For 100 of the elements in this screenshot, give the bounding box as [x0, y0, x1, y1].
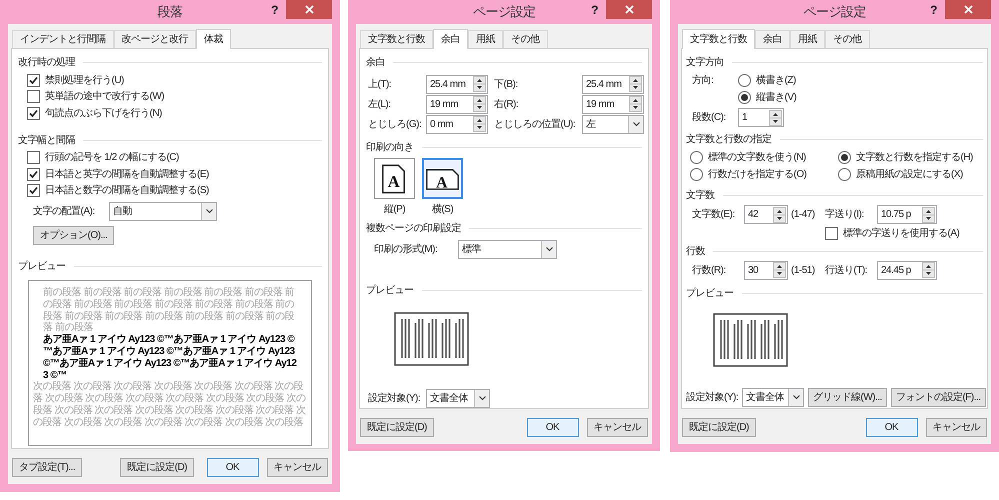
radio-button[interactable] [690, 168, 703, 181]
spinner-icon[interactable] [769, 110, 782, 126]
spinner-icon[interactable] [629, 96, 642, 112]
radio-button[interactable] [690, 151, 703, 164]
radio-label: 標準の文字数を使う(N) [708, 150, 806, 165]
checkbox[interactable] [825, 226, 838, 240]
dialog-button[interactable]: オプション(O)... [33, 226, 114, 245]
section-heading: 文字数 [686, 188, 714, 203]
window-title: ページ設定 [803, 3, 866, 22]
checkbox-label: 禁則処理を行う(U) [45, 74, 124, 88]
tab[interactable]: 体裁 [196, 29, 231, 49]
spinner-icon[interactable] [629, 76, 642, 92]
radio-button[interactable] [738, 91, 751, 104]
field-label: 文字の配置(A): [33, 204, 96, 219]
dialog-button[interactable]: OK [206, 458, 258, 477]
dialog-button[interactable]: 既定に設定(D) [682, 418, 756, 437]
tab[interactable]: 文字数と行数 [360, 30, 433, 48]
field-label: 字送り(I): [825, 208, 865, 222]
section-heading: 改行時の処理 [18, 56, 75, 70]
dialog-button[interactable]: OK [866, 418, 918, 437]
tab[interactable]: 余白 [433, 29, 468, 49]
checkbox-label: 行頭の記号を 1/2 の幅にする(C) [45, 150, 179, 166]
spinner-icon[interactable] [773, 206, 786, 222]
dropdown[interactable]: 文書全体 [426, 389, 490, 408]
dialog-button[interactable]: タブ設定(T)... [12, 458, 82, 477]
radio-button[interactable] [838, 151, 851, 164]
dialog-button[interactable]: キャンセル [586, 418, 648, 437]
field-label: 設定対象(Y): [368, 392, 422, 406]
orientation-label: 横(S) [432, 202, 454, 217]
dropdown[interactable]: 文書全体 [742, 388, 804, 406]
checkbox-label: 標準の字送りを使用する(A) [843, 226, 960, 241]
number-field[interactable]: 19 mm [426, 94, 488, 114]
spinner-icon[interactable] [473, 76, 486, 92]
spinner-icon[interactable] [922, 262, 935, 278]
number-field[interactable]: 0 mm [426, 114, 488, 134]
dialog-button[interactable]: 既定に設定(D) [120, 458, 194, 477]
dialog-button[interactable]: キャンセル [926, 418, 987, 437]
chevron-icon [632, 122, 640, 126]
close-icon [304, 5, 314, 14]
close-button[interactable] [286, 0, 332, 19]
checkbox[interactable] [27, 74, 40, 87]
checkbox[interactable] [27, 168, 40, 181]
number-field[interactable]: 24.45 p [877, 260, 937, 280]
section-heading: プレビュー [686, 286, 734, 300]
radio-label: 横書き(Z) [756, 74, 796, 88]
help-button[interactable]: ? [591, 1, 598, 19]
orientation-label: 縦(P) [384, 203, 406, 217]
tab[interactable]: 用紙 [790, 30, 825, 48]
number-field[interactable]: 1 [738, 108, 784, 127]
radio-label: 原稿用紙の設定にする(X) [856, 168, 963, 182]
close-button[interactable] [945, 0, 991, 19]
radio-button[interactable] [738, 74, 751, 87]
spinner-icon[interactable] [773, 262, 786, 278]
window-title: ページ設定 [472, 3, 536, 22]
dialog-button[interactable]: キャンセル [266, 458, 328, 477]
field-label: 文字数(E): [692, 208, 736, 222]
field-label: とじしろの位置(U): [494, 118, 576, 132]
checkbox-label: 句読点のぶら下げを行う(N) [45, 106, 162, 121]
field-label: 段数(C): [692, 111, 727, 125]
dropdown[interactable]: 自動 [109, 202, 217, 221]
spinner-icon[interactable] [473, 96, 486, 112]
number-field[interactable]: 25.4 mm [426, 74, 488, 94]
tab[interactable]: 用紙 [468, 30, 503, 48]
number-field[interactable]: 30 [744, 260, 788, 280]
tab[interactable]: その他 [825, 30, 870, 48]
dropdown[interactable]: 左 [582, 114, 644, 134]
dropdown[interactable]: 標準 [458, 240, 557, 259]
checkbox[interactable] [27, 151, 40, 164]
spinner-icon[interactable] [473, 116, 486, 132]
number-field[interactable]: 25.4 mm [582, 74, 644, 94]
dialog-button[interactable]: 既定に設定(D) [360, 418, 434, 437]
number-field[interactable]: 10.75 p [877, 205, 937, 224]
field-label: 行送り(T): [825, 264, 868, 278]
close-icon [964, 5, 972, 14]
checkbox[interactable] [27, 106, 40, 120]
help-button[interactable]: ? [271, 1, 278, 19]
field-label: 右(R): [494, 98, 520, 112]
number-field[interactable]: 42 [744, 205, 788, 224]
checkbox-label: 日本語と英字の間隔を自動調整する(E) [45, 168, 209, 182]
radio-button[interactable] [838, 168, 851, 181]
orientation-button[interactable]: A [374, 158, 415, 199]
close-button[interactable] [606, 0, 652, 19]
tab[interactable]: インデントと行間隔 [12, 30, 114, 48]
dialog-button[interactable]: グリッド線(W)... [808, 388, 887, 406]
tab[interactable]: 余白 [755, 30, 790, 48]
chevron-icon [792, 394, 800, 400]
section-heading: 文字幅と間隔 [18, 134, 75, 148]
dialog-button[interactable]: OK [526, 418, 578, 437]
spinner-icon[interactable] [922, 206, 935, 222]
section-heading: プレビュー [18, 260, 66, 274]
tab[interactable]: 改ページと改行 [114, 30, 196, 48]
field-label: 左(L): [368, 98, 392, 112]
checkbox[interactable] [27, 90, 40, 104]
help-button[interactable]: ? [930, 1, 937, 19]
dialog-button[interactable]: フォントの設定(F)... [890, 388, 986, 406]
tab[interactable]: その他 [503, 30, 548, 48]
number-field[interactable]: 19 mm [582, 94, 644, 114]
checkbox[interactable] [27, 184, 40, 198]
field-label: とじしろ(G): [368, 118, 422, 132]
tab[interactable]: 文字数と行数 [682, 29, 755, 49]
